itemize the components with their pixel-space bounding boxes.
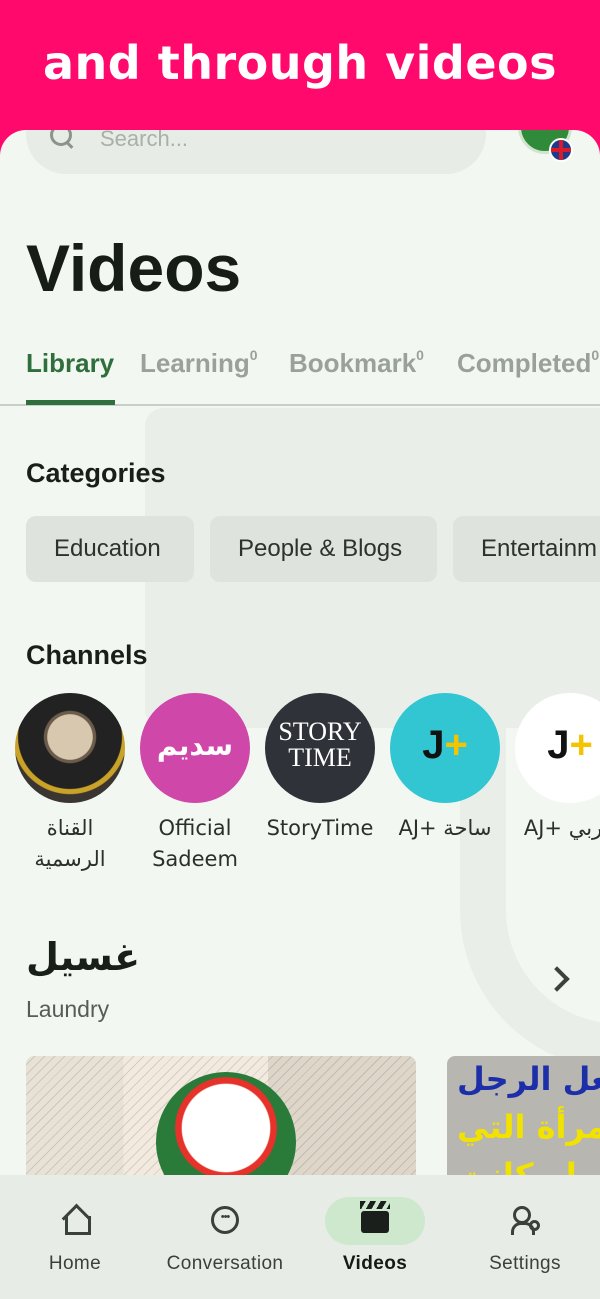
nav-label: Home xyxy=(48,1253,102,1274)
channel-name-line: StoryTime xyxy=(266,816,374,840)
categories-heading: Categories xyxy=(26,458,166,488)
bottom-navigation: Home Conversation Videos Settings xyxy=(0,1175,600,1299)
home-icon xyxy=(61,1206,91,1235)
channel-logo-text: STORY TIME xyxy=(265,719,375,771)
playlist-title: غسيل xyxy=(26,935,141,979)
nav-videos[interactable]: Videos xyxy=(300,1175,450,1299)
search-input[interactable]: Search... xyxy=(100,130,188,152)
banner-title: and through videos xyxy=(42,36,558,90)
promo-banner: and through videos xyxy=(0,0,600,140)
channel-avatar: J+ xyxy=(515,693,600,803)
tab-label: Library xyxy=(26,348,115,378)
category-chip-people-blogs[interactable]: People & Blogs xyxy=(210,516,437,582)
channel-name-line: AJ+ عربي xyxy=(523,816,600,840)
nav-settings[interactable]: Settings xyxy=(450,1175,600,1299)
category-chip-education[interactable]: Education xyxy=(26,516,194,582)
nav-label: Conversation xyxy=(166,1253,284,1274)
ajplus-logo-icon: J+ xyxy=(422,723,468,767)
app-screen: Search... Videos Library Learning0 Bookm… xyxy=(0,130,600,1299)
nav-conversation[interactable]: Conversation xyxy=(150,1175,300,1299)
ajplus-logo-icon: J+ xyxy=(547,723,593,767)
tab-bar: Library Learning0 Bookmark0 Completed0 xyxy=(0,340,600,406)
channel-sadeem[interactable]: سديم Official Sadeem xyxy=(133,693,257,875)
tab-bookmark[interactable]: Bookmark0 xyxy=(289,347,424,379)
channel-avatar: STORY TIME xyxy=(265,693,375,803)
uk-flag-icon[interactable] xyxy=(549,138,573,162)
channel-avatar: J+ xyxy=(390,693,500,803)
clapper-icon xyxy=(360,1201,390,1233)
category-chip-entertainment[interactable]: Entertainm xyxy=(453,516,600,582)
gear-icon xyxy=(529,1220,540,1231)
channel-storytime[interactable]: STORY TIME StoryTime xyxy=(258,693,382,844)
channel-name-line: القناة xyxy=(46,816,94,840)
tab-count: 0 xyxy=(591,347,600,364)
channel-ajplus-saha[interactable]: J+ AJ+ ساحة xyxy=(383,693,507,844)
channel-name-line: Sadeem xyxy=(152,847,238,871)
playlist-subtitle: Laundry xyxy=(26,996,110,1022)
tab-library[interactable]: Library xyxy=(26,348,114,379)
channel-name: Official Sadeem xyxy=(133,813,257,875)
user-gear-icon xyxy=(511,1206,540,1235)
channel-name: StoryTime xyxy=(258,813,382,844)
nav-label: Settings xyxy=(489,1253,561,1274)
chip-label: Entertainm xyxy=(481,535,598,562)
active-tab-indicator xyxy=(26,400,115,405)
channel-name: القناة الرسمية xyxy=(8,813,132,875)
channel-name: AJ+ ساحة xyxy=(383,813,507,844)
tab-completed[interactable]: Completed0 xyxy=(457,347,600,379)
search-bar[interactable]: Search... xyxy=(26,130,486,174)
channels-heading: Channels xyxy=(26,640,148,670)
tab-label: Completed xyxy=(457,348,592,378)
channel-ajplus-arabi[interactable]: J+ AJ+ عربي xyxy=(508,693,600,844)
search-icon xyxy=(48,130,76,152)
channel-name-line: الرسمية xyxy=(34,847,106,871)
channel-logo-text: سديم xyxy=(156,730,234,761)
channel-name: AJ+ عربي xyxy=(508,813,600,844)
chip-label: Education xyxy=(54,535,161,562)
tab-count: 0 xyxy=(249,347,258,364)
tab-learning[interactable]: Learning0 xyxy=(140,347,258,379)
tab-count: 0 xyxy=(416,347,424,364)
nav-home[interactable]: Home xyxy=(0,1175,150,1299)
channel-avatar xyxy=(15,693,125,803)
channel-name-line: Official xyxy=(158,816,232,840)
channel-name-line: AJ+ ساحة xyxy=(398,816,492,840)
chat-icon xyxy=(211,1206,239,1234)
chip-label: People & Blogs xyxy=(238,535,403,562)
thumbnail-text: تجعل الرجل xyxy=(457,1060,600,1098)
channel-avatar: سديم xyxy=(140,693,250,803)
tab-label: Bookmark xyxy=(289,348,417,378)
tab-label: Learning xyxy=(140,348,250,378)
page-title: Videos xyxy=(26,231,242,305)
logo-line: STORY xyxy=(278,717,362,746)
logo-line: TIME xyxy=(288,743,352,772)
nav-label: Videos xyxy=(342,1253,408,1274)
thumbnail-text: مرأة التي xyxy=(457,1108,600,1146)
channel-official[interactable]: القناة الرسمية xyxy=(8,693,132,875)
